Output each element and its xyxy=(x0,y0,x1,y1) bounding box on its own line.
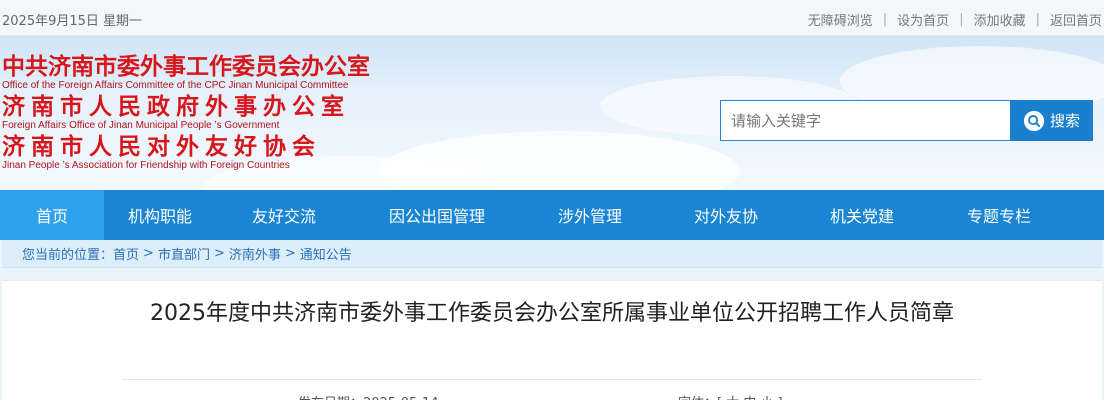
breadcrumb-notices[interactable]: 通知公告 xyxy=(300,244,352,263)
breadcrumb-separator: > xyxy=(213,246,225,261)
breadcrumb-separator: > xyxy=(143,246,154,261)
breadcrumb-departments[interactable]: 市直部门 xyxy=(158,244,210,263)
search-box: 搜索 xyxy=(720,100,1093,141)
set-homepage-link[interactable]: 设为首页 xyxy=(897,10,949,29)
main-nav: 首页 机构职能 友好交流 因公出国管理 涉外管理 对外友协 机关党建 专题专栏 xyxy=(0,190,1104,240)
breadcrumb: 您当前的位置： 首页 > 市直部门 > 济南外事 > 通知公告 xyxy=(2,240,1102,268)
return-home-link[interactable]: 返回首页 xyxy=(1050,10,1102,29)
top-links: 无障碍浏览 | 设为首页 | 添加收藏 | 返回首页 xyxy=(808,10,1102,29)
breadcrumb-home[interactable]: 首页 xyxy=(113,244,139,263)
nav-item-special-topics[interactable]: 专题专栏 xyxy=(930,190,1068,240)
nav-item-outbound-travel[interactable]: 因公出国管理 xyxy=(352,190,522,240)
article-content: 2025年度中共济南市委外事工作委员会办公室所属事业单位公开招聘工作人员简章 发… xyxy=(2,280,1102,400)
search-button[interactable]: 搜索 xyxy=(1010,100,1093,141)
font-size-control[interactable]: 字体：[ 大 中 小 ] xyxy=(678,392,783,400)
site-header: 中共济南市委外事工作委员会办公室 Office of the Foreign A… xyxy=(0,36,1104,190)
breadcrumb-prefix: 您当前的位置： xyxy=(22,248,114,263)
logo-line-1-cn: 中共济南市委外事工作委员会办公室 xyxy=(2,54,370,80)
nav-item-functions[interactable]: 机构职能 xyxy=(104,190,216,240)
logo-line-3-cn: 济南市人民对外友好协会 xyxy=(2,134,321,160)
separator: | xyxy=(959,12,964,27)
current-date: 2025年9月15日 星期一 xyxy=(2,14,143,29)
publish-date: 发布日期：2025-05-14 xyxy=(298,392,439,400)
breadcrumb-separator: > xyxy=(284,246,296,261)
add-favorite-link[interactable]: 添加收藏 xyxy=(974,10,1026,29)
separator: | xyxy=(1035,12,1040,27)
nav-item-home[interactable]: 首页 xyxy=(0,190,104,240)
nav-item-foreign-affairs-mgmt[interactable]: 涉外管理 xyxy=(522,190,658,240)
nav-item-friendship-association[interactable]: 对外友协 xyxy=(658,190,794,240)
nav-item-party-building[interactable]: 机关党建 xyxy=(794,190,930,240)
accessibility-link[interactable]: 无障碍浏览 xyxy=(808,10,873,29)
logo-line-2-en: Foreign Affairs Office of Jinan Municipa… xyxy=(2,120,280,131)
breadcrumb-jinan-foreign-affairs[interactable]: 济南外事 xyxy=(229,244,281,263)
nav-item-friendly-exchange[interactable]: 友好交流 xyxy=(216,190,352,240)
separator: | xyxy=(882,12,888,27)
logo-line-1-en: Office of the Foreign Affairs Committee … xyxy=(2,80,349,91)
top-bar: 2025年9月15日 星期一 无障碍浏览 | 设为首页 | 添加收藏 | 返回首… xyxy=(0,0,1104,36)
article-divider xyxy=(122,379,982,380)
search-input[interactable] xyxy=(720,100,1010,141)
search-button-label: 搜索 xyxy=(1049,112,1080,130)
logo-line-3-en: Jinan People ’s Association for Friendsh… xyxy=(2,160,290,171)
article-title: 2025年度中共济南市委外事工作委员会办公室所属事业单位公开招聘工作人员简章 xyxy=(150,301,954,326)
site-logo[interactable]: 中共济南市委外事工作委员会办公室 Office of the Foreign A… xyxy=(2,54,370,174)
search-icon xyxy=(1023,110,1045,131)
logo-line-2-cn: 济南市人民政府外事办公室 xyxy=(2,94,350,120)
